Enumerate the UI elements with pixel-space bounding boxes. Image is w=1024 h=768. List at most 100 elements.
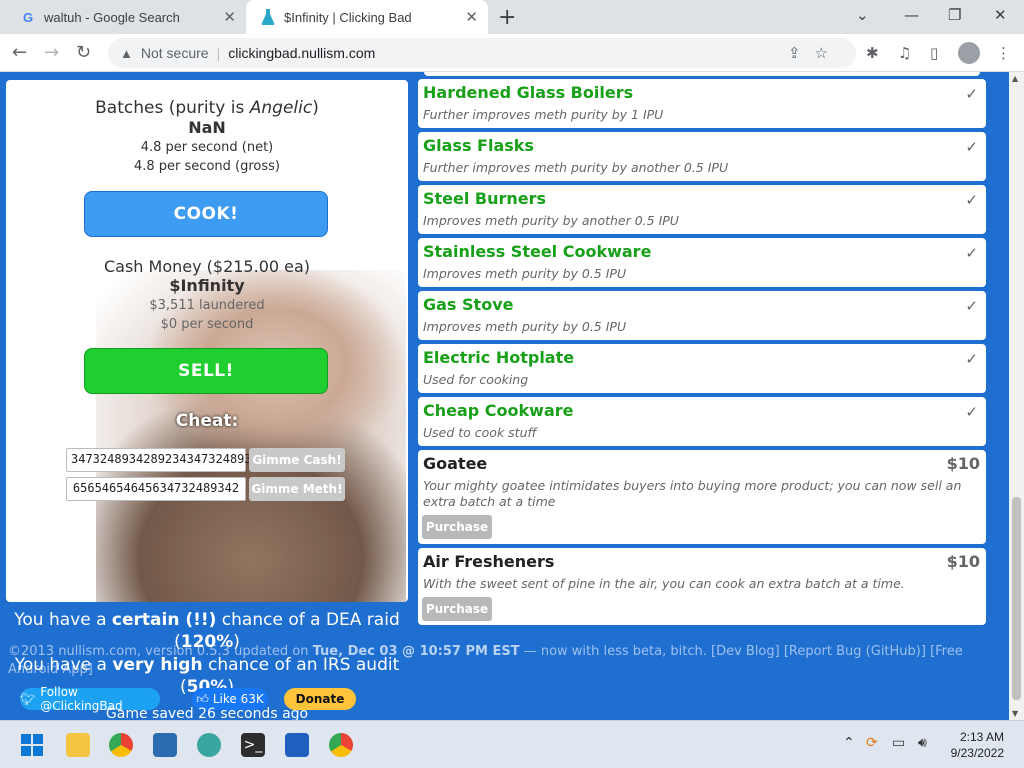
upgrade-name: Goatee	[423, 454, 488, 473]
upgrade-desc: With the sweet sent of pine in the air, …	[423, 576, 905, 591]
warning-icon[interactable]: ▲	[120, 46, 133, 61]
media-icon[interactable]: ♫	[898, 44, 911, 62]
upgrade-item: Steel Burners ✓ Improves meth purity by …	[418, 185, 986, 234]
upgrade-item: Stainless Steel Cookware ✓ Improves meth…	[418, 238, 986, 287]
tab-title: $Infinity | Clicking Bad	[284, 9, 412, 25]
upgrade-item: Electric Hotplate ✓ Used for cooking	[418, 344, 986, 393]
upgrade-desc: Used to cook stuff	[423, 425, 537, 440]
profile-avatar[interactable]	[958, 42, 980, 64]
scroll-down-icon[interactable]: ▼	[1012, 709, 1018, 718]
upgrade-desc: Used for cooking	[423, 372, 529, 387]
extensions-icon[interactable]: ✱	[866, 44, 879, 62]
owned-check-icon: ✓	[965, 191, 978, 209]
back-icon[interactable]: ←	[12, 42, 27, 63]
tab-title: waltuh - Google Search	[44, 9, 180, 25]
chrome-icon[interactable]	[109, 733, 133, 757]
cook-button[interactable]: COOK!	[84, 191, 328, 237]
close-tab-icon[interactable]: ✕	[223, 8, 236, 26]
minimize-button[interactable]: —	[904, 6, 919, 24]
tab-google-search[interactable]: G waltuh - Google Search ✕	[6, 0, 246, 34]
browser-toolbar: ← → ↻ ▲ Not secure | clickingbad.nullism…	[0, 34, 1024, 72]
upgrade-desc: Your mighty goatee intimidates buyers in…	[423, 478, 962, 509]
upgrade-item: Cheap Cookware ✓ Used to cook stuff	[418, 397, 986, 446]
upgrade-price: $10	[946, 552, 980, 571]
security-status: Not secure	[140, 45, 209, 61]
production-panel: Batches (purity is Angelic) NaN 4.8 per …	[6, 80, 408, 602]
forward-icon[interactable]: →	[44, 42, 59, 63]
cheat-cash-input[interactable]: 3473248934289234347324893	[66, 448, 252, 472]
cheat-label: Cheat:	[175, 411, 239, 431]
url-text[interactable]: clickingbad.nullism.com	[228, 45, 375, 61]
volume-icon[interactable]: 🔊︎	[918, 735, 927, 751]
gimme-cash-button[interactable]: Gimme Cash!	[249, 448, 345, 472]
owned-check-icon: ✓	[965, 350, 978, 368]
save-status: Game saved 26 seconds ago	[105, 706, 309, 720]
upgrade-item: Hardened Glass Boilers ✓ Further improve…	[418, 79, 986, 128]
net-rate: 4.8 per second (net)	[140, 140, 274, 155]
cheat-meth-input[interactable]: 65654654645634732489342	[66, 477, 246, 501]
scroll-up-icon[interactable]: ▲	[1012, 74, 1018, 83]
dea-risk-text: You have a certain (!!) chance of a DEA …	[14, 610, 400, 652]
tray-chevron-icon[interactable]: ⌃	[843, 735, 855, 751]
menu-icon[interactable]: ⋮	[996, 44, 1011, 62]
upgrade-desc: Further improves meth purity by another …	[423, 160, 729, 175]
upgrade-item: Gas Stove ✓ Improves meth purity by 0.5 …	[418, 291, 986, 340]
upgrade-desc: Improves meth purity by 0.5 IPU	[423, 319, 627, 334]
upgrade-name: Steel Burners	[423, 189, 547, 208]
network-icon[interactable]: ▭	[892, 735, 905, 751]
thumbs-up-icon: 👍︎	[196, 691, 209, 706]
owned-check-icon: ✓	[965, 244, 978, 262]
cash-title: Cash Money ($215.00 ea)	[103, 257, 311, 276]
purchase-button[interactable]: Purchase	[422, 515, 492, 539]
purchase-button[interactable]: Purchase	[422, 597, 492, 621]
cash-value: $Infinity	[169, 276, 245, 295]
upgrade-name: Hardened Glass Boilers	[423, 83, 634, 102]
address-divider: |	[216, 45, 221, 61]
upgrade-desc: Improves meth purity by 0.5 IPU	[423, 266, 627, 281]
file-explorer-icon[interactable]	[66, 733, 90, 757]
game-page: Batches (purity is Angelic) NaN 4.8 per …	[0, 72, 1024, 720]
reload-icon[interactable]: ↻	[76, 42, 91, 63]
page-scrollbar[interactable]: ▲ ▼	[1009, 72, 1024, 720]
upgrade-price: $10	[946, 454, 980, 473]
upgrade-name: Gas Stove	[423, 295, 514, 314]
owned-check-icon: ✓	[965, 85, 978, 103]
upgrade-name: Air Fresheners	[423, 552, 555, 571]
edge-icon[interactable]	[197, 733, 221, 757]
previous-upgrade-edge	[424, 72, 980, 76]
tab-clicking-bad[interactable]: $Infinity | Clicking Bad ✕	[246, 0, 488, 34]
tab-search-icon[interactable]: ⌄	[856, 6, 869, 24]
new-tab-button[interactable]: +	[498, 5, 516, 30]
upgrade-name: Cheap Cookware	[423, 401, 574, 420]
upgrade-name: Glass Flasks	[423, 136, 534, 155]
close-tab-icon[interactable]: ✕	[465, 8, 478, 26]
owned-check-icon: ✓	[965, 297, 978, 315]
close-window-button[interactable]: ✕	[994, 6, 1007, 24]
cash-rate: $0 per second	[160, 317, 254, 332]
address-bar[interactable]: ▲ Not secure | clickingbad.nullism.com ⇪…	[108, 38, 856, 68]
upgrade-item: Goatee $10 Your mighty goatee intimidate…	[418, 450, 986, 544]
upgrade-name: Stainless Steel Cookware	[423, 242, 652, 261]
upgrade-item: Glass Flasks ✓ Further improves meth pur…	[418, 132, 986, 181]
owned-check-icon: ✓	[965, 138, 978, 156]
store-icon[interactable]	[285, 733, 309, 757]
sell-button[interactable]: SELL!	[84, 348, 328, 394]
site-icon	[260, 9, 276, 25]
system-clock[interactable]: 2:13 AM 9/23/2022	[951, 729, 1004, 761]
upgrade-desc: Further improves meth purity by 1 IPU	[423, 107, 664, 122]
gimme-meth-button[interactable]: Gimme Meth!	[249, 477, 345, 501]
windows-taskbar: >_ ⌃ ⟳ ▭ 🔊︎ 2:13 AM 9/23/2022	[0, 720, 1024, 768]
chrome-active-icon[interactable]	[329, 733, 353, 757]
clock-date: 9/23/2022	[950, 746, 1004, 760]
purity-level: Angelic	[249, 98, 313, 118]
scrollbar-thumb[interactable]	[1012, 497, 1021, 700]
owned-check-icon: ✓	[965, 403, 978, 421]
terminal-icon[interactable]: >_	[241, 733, 265, 757]
maximize-button[interactable]: ❐	[948, 6, 961, 24]
update-icon[interactable]: ⟳	[866, 735, 878, 751]
windows-start-icon[interactable]	[20, 733, 44, 757]
share-and-bookmark-icons[interactable]: ⇪☆	[788, 44, 842, 62]
upgrade-name: Electric Hotplate	[423, 348, 575, 367]
photos-icon[interactable]	[153, 733, 177, 757]
side-panel-icon[interactable]: ▯	[930, 44, 938, 62]
